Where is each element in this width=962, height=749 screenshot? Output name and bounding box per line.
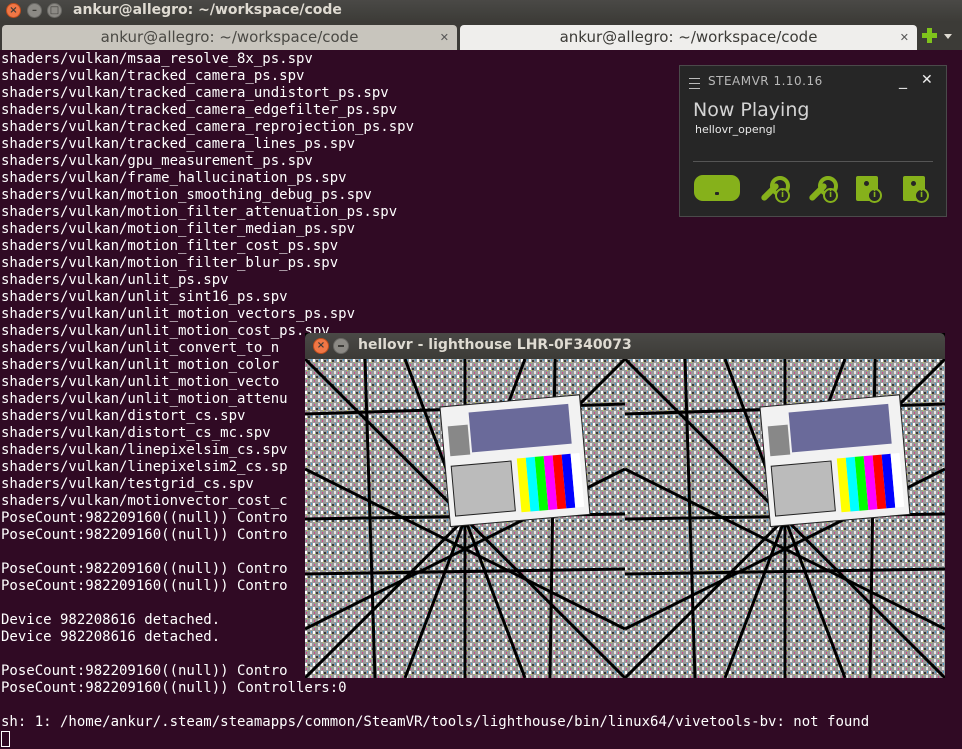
tab-close-icon[interactable]: ✕	[440, 25, 449, 50]
terminal-line: shaders/vulkan/motion_filter_median_ps.s…	[1, 221, 356, 237]
base-station-icon[interactable]: i	[901, 175, 929, 203]
hellovr-window[interactable]: × hellovr - lighthouse LHR-0F340073	[305, 333, 945, 678]
terminal-line: sh: 1: /home/ankur/.steam/steamapps/comm…	[1, 714, 870, 730]
tab-terminal-2[interactable]: ankur@allegro: ~/workspace/code ✕	[460, 25, 917, 50]
steamvr-title: STEAMVR 1.10.16	[708, 74, 823, 88]
terminal-line: shaders/vulkan/motion_filter_cost_ps.spv	[1, 238, 339, 254]
tab-terminal-1[interactable]: ankur@allegro: ~/workspace/code ✕	[2, 25, 457, 50]
terminal-line: shaders/vulkan/motion_filter_blur_ps.spv	[1, 255, 339, 271]
terminal-line: shaders/vulkan/unlit_sint16_ps.spv	[1, 289, 288, 305]
hellovr-minimize-button[interactable]	[333, 338, 349, 354]
tab-close-icon[interactable]: ✕	[900, 25, 909, 50]
window-minimize-button[interactable]: –	[27, 3, 42, 18]
hellovr-title: hellovr - lighthouse LHR-0F340073	[358, 337, 632, 353]
now-playing-app: hellovr_opengl	[695, 123, 776, 136]
tab-bar: ankur@allegro: ~/workspace/code ✕ ankur@…	[0, 22, 962, 50]
steamvr-close-button[interactable]: ✕	[921, 72, 933, 88]
window-maximize-button[interactable]: □	[47, 3, 62, 18]
steamvr-minimize-button[interactable]: _	[899, 70, 907, 89]
tab-menu-chevron-down-icon[interactable]	[944, 34, 952, 39]
steamvr-status-window: STEAMVR 1.10.16 _ ✕ Now Playing hellovr_…	[679, 65, 947, 217]
now-playing-heading: Now Playing	[693, 99, 810, 121]
tab-label: ankur@allegro: ~/workspace/code	[100, 28, 359, 46]
terminal-line: PoseCount:982209160((null)) Controllers:…	[1, 680, 347, 696]
terminal-line: shaders/vulkan/unlit_motion_vectors_ps.s…	[1, 306, 356, 322]
controller-icon[interactable]: i	[806, 175, 838, 203]
base-station-icon[interactable]: i	[854, 175, 882, 203]
eye-view	[623, 359, 945, 678]
headset-icon[interactable]	[694, 175, 740, 201]
window-close-button[interactable]: ×	[6, 3, 21, 18]
eye-view	[305, 359, 627, 678]
terminal-titlebar[interactable]: × – □ ankur@allegro: ~/workspace/code	[0, 0, 962, 22]
terminal-cursor	[1, 731, 10, 747]
hellovr-titlebar[interactable]: × hellovr - lighthouse LHR-0F340073	[305, 333, 945, 359]
controller-icon[interactable]: i	[758, 175, 790, 203]
divider	[693, 161, 933, 162]
terminal-line: shaders/vulkan/unlit_ps.spv	[1, 272, 229, 288]
stereo-render-view[interactable]	[305, 359, 945, 678]
hamburger-menu-icon[interactable]	[689, 78, 700, 89]
window-title: ankur@allegro: ~/workspace/code	[73, 2, 342, 18]
new-tab-plus-icon[interactable]	[920, 26, 938, 44]
tab-label: ankur@allegro: ~/workspace/code	[559, 28, 818, 46]
hellovr-close-button[interactable]: ×	[313, 338, 329, 354]
